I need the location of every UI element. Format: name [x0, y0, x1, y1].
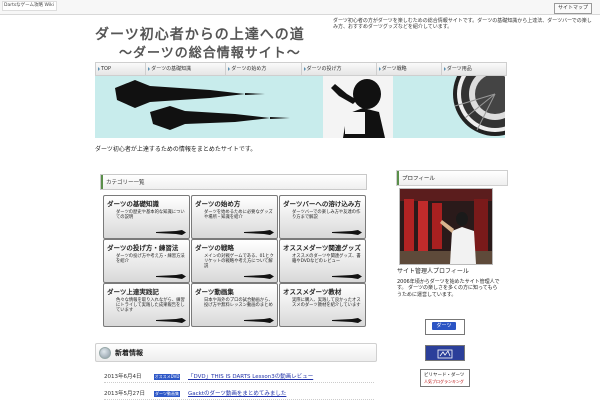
profile-photo [399, 188, 493, 265]
globe-icon [99, 347, 111, 359]
news-title: 新着情報 [115, 349, 143, 357]
category-card-throwing[interactable]: ダーツの投げ方・練習法 ダーツの投げ方や考え方・練習方法を紹介 [103, 239, 190, 283]
category-section-header: カテゴリー一覧 [100, 174, 367, 190]
category-card-title: ダーツの戦略 [195, 244, 234, 252]
category-card-getting-started[interactable]: ダーツの始め方 ダーツを始めるために必要なグッズや場所・知識を紹介 [191, 195, 278, 239]
profile-name: サイト管理人プロフィール [397, 268, 469, 275]
profile-header-title: プロフィール [402, 176, 435, 182]
category-section-title: カテゴリー一覧 [106, 180, 145, 186]
news-row: 2013年6月4日 オススメDVD 「DVD」THIS IS DARTS Les… [104, 372, 374, 383]
category-card-videos[interactable]: ダーツ動画集 日本や海外のプロの試合動画から、投げ方や無料レッスン動画のまとめ [191, 283, 278, 327]
global-nav: TOP ダーツの基礎知識 ダーツの始め方 ダーツの投げ方 ダーツ戦略 ダーツ用品 [95, 62, 507, 76]
section-accent-bar [101, 175, 103, 189]
dart-icon [244, 318, 274, 323]
news-category-tag[interactable]: オススメDVD [154, 374, 180, 380]
category-grid: ダーツの基礎知識 ダーツの歴史や基本的な知識についての説明 ダーツの始め方 ダー… [103, 195, 366, 327]
sitemap-link[interactable]: サイトマップ [554, 3, 592, 14]
dart-icon [156, 318, 186, 323]
site-title-line2: ～ダーツの総合情報サイト～ [119, 46, 301, 61]
blog-ranking-banner[interactable] [425, 345, 465, 361]
dart-icon [156, 230, 186, 235]
category-card-title: ダーツ上達実践記 [107, 288, 159, 296]
news-link[interactable]: 「DVD」THIS IS DARTS Lesson3の動画レビュー [188, 372, 313, 382]
news-date: 2013年5月27日 [104, 391, 145, 397]
top-strip [0, 0, 600, 15]
category-card-title: ダーツの基礎知識 [107, 200, 159, 208]
site-title-line1: ダーツ初心者からの上達への道 [95, 27, 305, 43]
category-card-title: ダーツ動画集 [195, 288, 234, 296]
dart-icon [332, 274, 362, 279]
news-link[interactable]: Gacktのダーツ動画をまとめてみました [188, 389, 286, 399]
category-card-strategy[interactable]: ダーツの戦略 メインの対戦ゲームである、01とクリケットの戦略や考え方について解… [191, 239, 278, 283]
site-title[interactable]: ダーツ初心者からの上達への道 ～ダーツの総合情報サイト～ [95, 20, 340, 61]
category-card-title: ダーツの始め方 [195, 200, 241, 208]
billiards-darts-banner[interactable]: ビリヤード・ダーツ 人気ブログランキング [420, 369, 470, 387]
category-card-desc: ダーツバーでの楽しみ方や友達の作り方まで解説 [292, 210, 361, 221]
category-card-desc: 日本や海外のプロの試合動画から、投げ方や無料レッスン動画のまとめ [204, 298, 273, 309]
brand-tag[interactable]: Dartsなゲーム攻略 Wiki [2, 1, 57, 11]
category-card-title: オススメダーツ教材 [283, 288, 342, 296]
ranking-logo-icon [437, 349, 453, 359]
darts-ranking-banner[interactable]: ダーツ [425, 319, 465, 335]
nav-item-throwing[interactable]: ダーツの投げ方 [302, 63, 377, 75]
category-card-title: ダーツバーへの溶け込み方 [283, 200, 361, 208]
category-card-desc: メインの対戦ゲームである、01とクリケットの戦略や考え方について解説 [204, 254, 274, 270]
billiards-banner-title: ビリヤード・ダーツ [424, 373, 465, 378]
category-card-desc: ダーツの投げ方や考え方・練習方法を紹介 [116, 254, 185, 265]
category-card-dartsbar[interactable]: ダーツバーへの溶け込み方 ダーツバーでの楽しみ方や友達の作り方まで解説 [279, 195, 366, 239]
billiards-banner-subtitle: 人気ブログランキング [424, 379, 464, 384]
player-silhouette-icon [323, 76, 393, 138]
darts-bar-photo [400, 189, 492, 264]
intro-text: ダーツ初心者が上達するための情報をまとめたサイトです。 [95, 146, 257, 153]
hero-banner [95, 76, 505, 138]
dart-icon [244, 274, 274, 279]
section-accent-bar [397, 171, 399, 185]
site-description: ダーツ初心者の方がダーツを楽しむための総合情報サイトです。ダーツの基礎知識から上… [333, 18, 592, 31]
hero-illustration [115, 76, 505, 138]
news-row: 2013年5月27日 ダーツ動画集 Gacktのダーツ動画をまとめてみました [104, 389, 374, 400]
news-header: 新着情報 [95, 343, 377, 362]
profile-header: プロフィール [396, 170, 508, 186]
category-card-desc: オススメのダーツや関連グッズ、書籍やDVDなどのレビュー [292, 254, 361, 265]
nav-item-getting-started[interactable]: ダーツの始め方 [226, 63, 302, 75]
category-card-materials[interactable]: オススメダーツ教材 実際に購入、実践して良かったオススメのダーツ教材を紹介してい… [279, 283, 366, 327]
dart-silhouette-icon [150, 106, 290, 130]
news-category-tag[interactable]: ダーツ動画集 [154, 391, 180, 397]
dart-icon [332, 318, 362, 323]
dart-icon [156, 274, 186, 279]
category-card-title: ダーツの投げ方・練習法 [107, 244, 179, 252]
nav-item-basics[interactable]: ダーツの基礎知識 [146, 63, 227, 75]
category-card-basics[interactable]: ダーツの基礎知識 ダーツの歴史や基本的な知識についての説明 [103, 195, 190, 239]
category-card-title: オススメダーツ関連グッズ [283, 244, 361, 252]
category-card-desc: 実際に購入、実践して良かったオススメのダーツ教材を紹介しています [292, 298, 361, 309]
news-date: 2013年6月4日 [104, 374, 142, 380]
nav-item-strategy[interactable]: ダーツ戦略 [377, 63, 442, 75]
dartboard-icon [453, 76, 505, 136]
dart-icon [244, 230, 274, 235]
nav-item-top[interactable]: TOP [96, 63, 147, 75]
category-card-desc: ダーツの歴史や基本的な知識についての説明 [116, 210, 185, 221]
darts-banner-label: ダーツ [432, 322, 456, 330]
category-card-practice-log[interactable]: ダーツ上達実践記 色々な情報を取り入れながら、練習にトライして実践した成果報告を… [103, 283, 190, 327]
category-card-desc: ダーツを始めるために必要なグッズや場所・知識を紹介 [204, 210, 273, 221]
category-card-goods[interactable]: オススメダーツ関連グッズ オススメのダーツや関連グッズ、書籍やDVDなどのレビュ… [279, 239, 366, 283]
profile-bio: 2006年頃からダーツを始めたサイト管理人です。 ダーツの楽しさを多くの方に知っ… [397, 279, 500, 298]
nav-item-goods[interactable]: ダーツ用品 [442, 63, 506, 75]
category-card-desc: 色々な情報を取り入れながら、練習にトライして実践した成果報告をしています [116, 298, 185, 314]
dart-silhouette-icon [115, 80, 265, 108]
dart-icon [332, 230, 362, 235]
